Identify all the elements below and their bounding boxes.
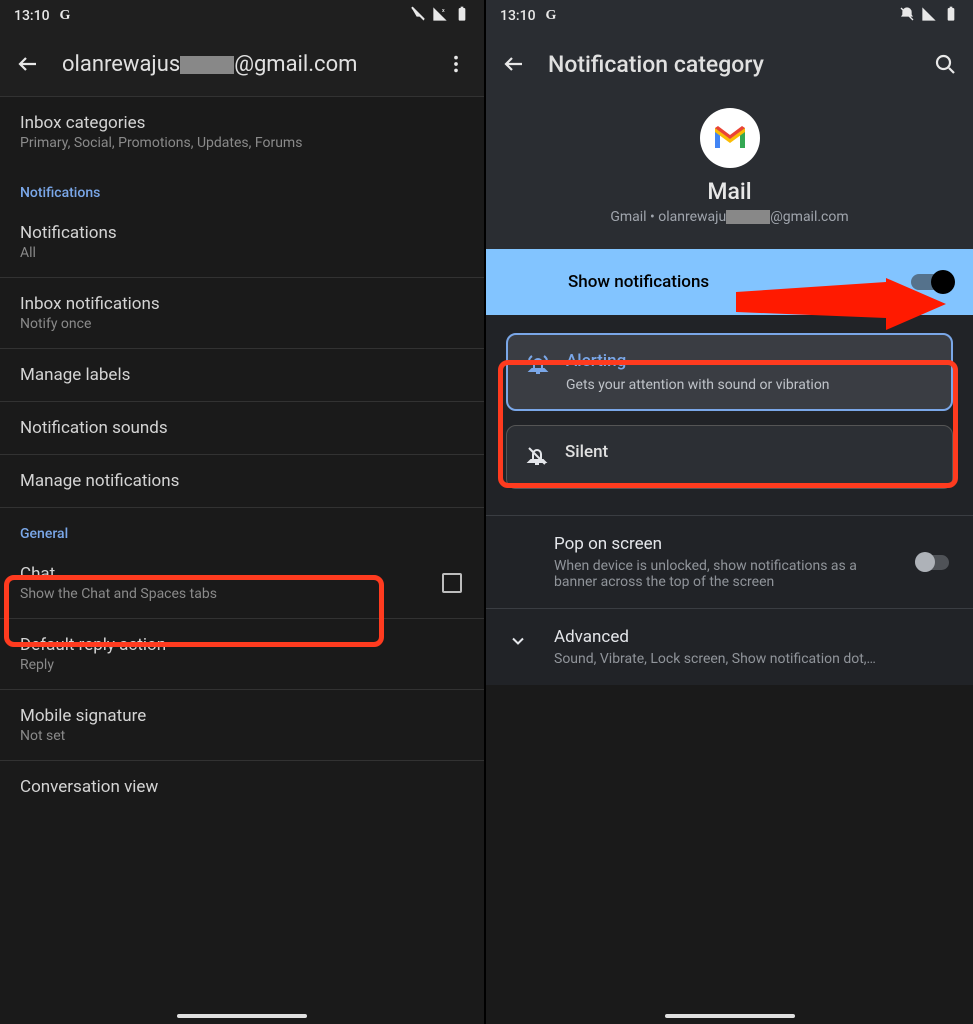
status-google-icon: G — [60, 8, 71, 24]
appbar: olanrewajus@gmail.com — [0, 32, 484, 96]
status-time: 13:10 — [14, 8, 50, 24]
row-manage-notifications[interactable]: Manage notifications — [0, 455, 484, 507]
battery-icon — [454, 6, 470, 26]
status-time: 13:10 — [500, 8, 536, 24]
app-subtitle: Gmail • olanrewaju@gmail.com — [610, 209, 848, 225]
nav-indicator — [177, 1014, 307, 1018]
back-button[interactable] — [500, 50, 528, 78]
option-silent[interactable]: Silent — [506, 425, 953, 489]
appbar: Notification category — [486, 32, 973, 96]
svg-text:x: x — [442, 8, 445, 14]
chat-checkbox[interactable] — [442, 573, 462, 593]
settings-list[interactable]: Inbox categories Primary, Social, Promot… — [0, 96, 484, 1024]
row-inbox-notifications[interactable]: Inbox notifications Notify once — [0, 278, 484, 348]
show-notifications-switch[interactable] — [911, 271, 951, 293]
row-mobile-signature[interactable]: Mobile signature Not set — [0, 690, 484, 760]
row-advanced[interactable]: Advanced Sound, Vibrate, Lock screen, Sh… — [486, 609, 973, 685]
show-notifications-toggle-row[interactable]: Show notifications — [486, 249, 973, 315]
gmail-settings-screen: 13:10 G x olanrewajus@gmail.com — [0, 0, 486, 1024]
notification-category-screen: 13:10 G Notification category — [486, 0, 973, 1024]
search-icon[interactable] — [931, 50, 959, 78]
nav-indicator — [665, 1014, 795, 1018]
pop-on-screen-switch[interactable] — [915, 552, 951, 572]
status-bar: 13:10 G x — [0, 0, 484, 32]
page-title: olanrewajus@gmail.com — [62, 52, 422, 77]
app-name: Mail — [707, 178, 751, 205]
section-notifications: Notifications — [0, 167, 484, 207]
row-inbox-categories[interactable]: Inbox categories Primary, Social, Promot… — [0, 97, 484, 167]
behavior-options: Alerting Gets your attention with sound … — [486, 315, 973, 516]
status-google-icon: G — [546, 8, 557, 24]
option-alerting[interactable]: Alerting Gets your attention with sound … — [506, 333, 953, 411]
chevron-down-icon — [508, 631, 528, 655]
page-title: Notification category — [548, 51, 911, 78]
back-button[interactable] — [14, 50, 42, 78]
overflow-menu-icon[interactable] — [442, 50, 470, 78]
status-bar: 13:10 G — [486, 0, 973, 32]
signal-icon: x — [432, 6, 448, 26]
dnd-icon — [899, 6, 915, 26]
row-default-reply[interactable]: Default reply action Reply — [0, 619, 484, 689]
row-notification-sounds[interactable]: Notification sounds — [0, 402, 484, 454]
bell-off-icon — [525, 444, 549, 472]
gmail-app-icon — [700, 108, 760, 168]
row-chat[interactable]: Chat Show the Chat and Spaces tabs — [0, 548, 484, 618]
section-general: General — [0, 508, 484, 548]
app-header: Mail Gmail • olanrewaju@gmail.com — [486, 96, 973, 249]
show-notifications-label: Show notifications — [568, 272, 709, 292]
row-manage-labels[interactable]: Manage labels — [0, 349, 484, 401]
row-conversation-view[interactable]: Conversation view — [0, 761, 484, 827]
bell-ring-icon — [526, 353, 550, 381]
row-notifications[interactable]: Notifications All — [0, 207, 484, 277]
dnd-icon — [410, 6, 426, 26]
signal-icon — [921, 6, 937, 26]
row-pop-on-screen[interactable]: Pop on screen When device is unlocked, s… — [486, 516, 973, 609]
battery-icon — [943, 6, 959, 26]
category-content[interactable]: Mail Gmail • olanrewaju@gmail.com Show n… — [486, 96, 973, 1024]
